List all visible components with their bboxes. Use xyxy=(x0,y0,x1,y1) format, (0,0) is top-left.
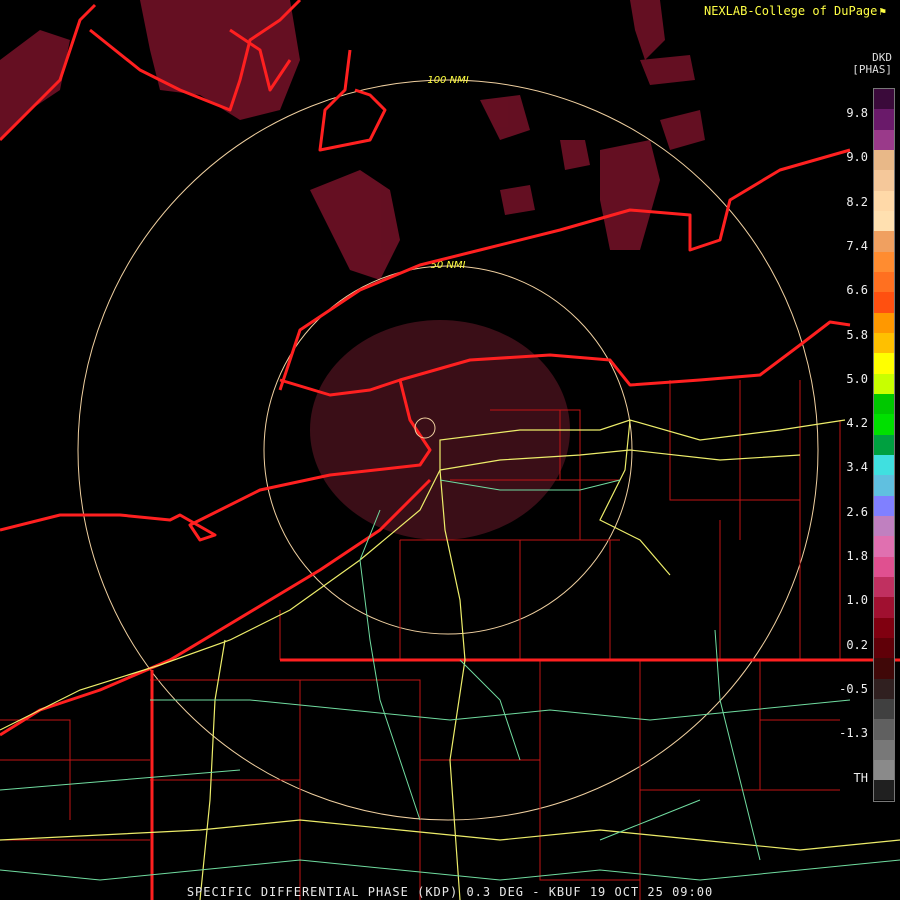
legend-label: 4.2 xyxy=(846,416,868,431)
legend-swatch xyxy=(874,434,894,455)
legend-swatch xyxy=(874,414,894,435)
credit-text: NEXLAB-College of DuPage ⚑ xyxy=(703,4,886,18)
legend-swatch xyxy=(874,170,894,191)
legend-swatch xyxy=(874,231,894,252)
legend-swatch xyxy=(874,617,894,638)
product-caption: SPECIFIC DIFFERENTIAL PHASE (KDP) 0.3 DE… xyxy=(186,885,714,899)
legend-label: 1.0 xyxy=(846,593,868,608)
legend-label: 2.6 xyxy=(846,504,868,519)
legend-swatch xyxy=(874,251,894,272)
legend-label: 5.8 xyxy=(846,327,868,342)
legend-swatch xyxy=(874,780,894,801)
legend-swatch xyxy=(874,475,894,496)
radar-map[interactable]: 100 NMI 50 NMI xyxy=(0,0,900,900)
legend-swatch xyxy=(874,495,894,516)
legend-swatch xyxy=(874,719,894,740)
legend-swatch xyxy=(874,109,894,130)
legend-swatch xyxy=(874,332,894,354)
legend-swatch xyxy=(874,353,894,374)
legend-label: TH xyxy=(853,770,868,785)
legend-swatch xyxy=(874,759,894,781)
legend-swatch xyxy=(874,597,894,618)
legend-label: 8.2 xyxy=(846,194,868,209)
legend-swatch xyxy=(874,454,894,476)
legend-swatch xyxy=(874,210,894,232)
legend-label: 9.8 xyxy=(846,106,868,120)
legend-swatch xyxy=(874,393,894,415)
legend-swatch xyxy=(874,637,894,659)
legend-swatch xyxy=(874,658,894,679)
ring-label-100: 100 NMI xyxy=(427,75,468,86)
legend-label: 3.4 xyxy=(846,460,868,475)
legend-swatch xyxy=(874,129,894,150)
legend-swatch xyxy=(874,89,894,110)
legend-title: DKD [PHAS] xyxy=(852,52,892,76)
legend-swatch xyxy=(874,149,894,171)
legend-label: 1.8 xyxy=(846,549,868,563)
legend-swatch xyxy=(874,556,894,577)
color-legend-bar xyxy=(873,88,895,802)
legend-unit: [PHAS] xyxy=(852,63,892,76)
legend-swatch xyxy=(874,678,894,699)
legend-swatch xyxy=(874,576,894,598)
legend-label: 5.0 xyxy=(846,371,868,386)
legend-label: 7.4 xyxy=(846,238,868,253)
legend-label: -1.3 xyxy=(839,726,868,741)
flag-icon: ⚑ xyxy=(879,5,886,18)
legend-swatch xyxy=(874,190,894,211)
legend-label: 6.6 xyxy=(846,283,868,298)
legend-swatch xyxy=(874,515,894,537)
legend-label: -0.5 xyxy=(839,681,868,696)
legend-swatch xyxy=(874,312,894,333)
legend-swatch xyxy=(874,373,894,394)
legend-swatch xyxy=(874,271,894,293)
legend-label: 0.2 xyxy=(846,637,868,652)
legend-label: 9.0 xyxy=(846,150,868,165)
legend-swatch xyxy=(874,536,894,557)
legend-swatch xyxy=(874,292,894,313)
legend-swatch xyxy=(874,739,894,760)
legend-swatch xyxy=(874,698,894,720)
